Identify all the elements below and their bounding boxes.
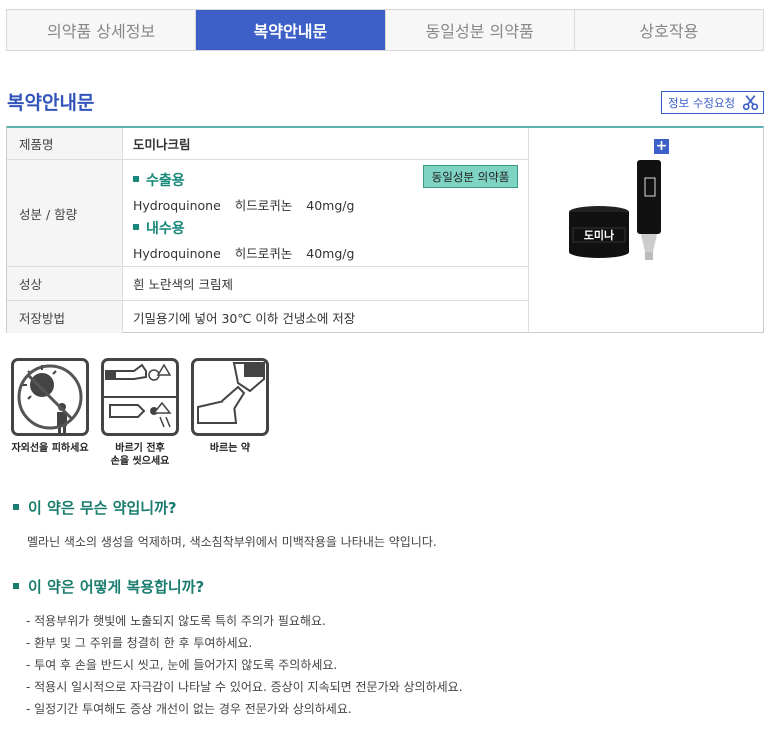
tab-medication-guide[interactable]: 복약안내문: [196, 10, 386, 50]
table-row: 성상 흰 노란색의 크림제: [7, 267, 528, 301]
storage-label: 저장방법: [7, 301, 123, 333]
product-name-value: 도미나크림: [133, 137, 191, 152]
topical-medicine-icon: [191, 358, 269, 436]
table-row: 저장방법 기밀용기에 넣어 30℃ 이하 건냉소에 저장: [7, 301, 528, 333]
product-image[interactable]: 도미나: [559, 156, 669, 266]
svg-text:도미나: 도미나: [584, 228, 614, 242]
edit-request-label: 정보 수정요청: [668, 95, 736, 110]
topical-medicine-label: 바르는 약: [209, 443, 251, 454]
same-ingredient-button[interactable]: 동일성분 의약품: [423, 165, 518, 188]
export-heading: 수출용: [133, 170, 185, 190]
tab-drug-details[interactable]: 의약품 상세정보: [7, 10, 197, 50]
storage-value: 기밀용기에 넣어 30℃ 이하 건냉소에 저장: [133, 310, 356, 326]
edit-request-button[interactable]: 정보 수정요청: [661, 91, 764, 114]
list-item: - 적용시 일시적으로 자극감이 나타날 수 있어요. 증상이 지속되면 전문가…: [26, 680, 463, 694]
tab-same-ingredient[interactable]: 동일성분 의약품: [385, 10, 575, 50]
appearance-value: 흰 노란색의 크림제: [133, 277, 233, 292]
list-item: - 환부 및 그 주위를 청결히 한 후 투여하세요.: [26, 636, 253, 650]
q1-heading: 이 약은 무슨 약입니까?: [13, 497, 177, 518]
tab-bar: 의약품 상세정보 복약안내문 동일성분 의약품 상호작용: [6, 9, 764, 51]
drug-info-table: 제품명 도미나크림 성분 / 함량 수출용 동일성분 의약품 Hydroquin…: [6, 126, 764, 333]
domestic-ingredient: Hydroquinone 히드로퀴논 40mg/g: [133, 246, 355, 261]
export-ingredient: Hydroquinone 히드로퀴논 40mg/g: [133, 198, 355, 213]
page-title: 복약안내문: [7, 92, 95, 114]
list-item: - 적용부위가 햇빛에 노출되지 않도록 특히 주의가 필요해요.: [26, 614, 326, 628]
avoid-sunlight-label: 자외선을 피하세요: [11, 443, 89, 454]
list-item: - 투여 후 손을 반드시 씻고, 눈에 들어가지 않도록 주의하세요.: [26, 658, 338, 672]
ingredient-label: 성분 / 함량: [7, 160, 123, 266]
q2-heading: 이 약은 어떻게 복용합니까?: [13, 576, 204, 597]
q1-answer: 멜라닌 색소의 생성을 억제하며, 색소침착부위에서 미백작용을 나타내는 약입…: [27, 535, 437, 549]
product-name-label: 제품명: [7, 128, 123, 159]
appearance-label: 성상: [7, 267, 123, 300]
wash-hands-label: 바르기 전후 손을 씻으세요: [110, 443, 170, 467]
scissors-icon: [742, 95, 759, 111]
tab-interactions[interactable]: 상호작용: [574, 10, 763, 50]
domestic-heading: 내수용: [133, 218, 185, 238]
avoid-sunlight-icon: [11, 358, 89, 436]
ingredient-cell: 수출용 동일성분 의약품 Hydroquinone 히드로퀴논 40mg/g 내수용…: [123, 160, 528, 266]
product-image-cell: + 도미나: [528, 128, 763, 333]
table-row: 제품명 도미나크림: [7, 128, 528, 160]
enlarge-image-button[interactable]: +: [654, 139, 669, 154]
table-row: 성분 / 함량 수출용 동일성분 의약품 Hydroquinone 히드로퀴논 40…: [7, 160, 528, 267]
wash-hands-icon: [101, 358, 179, 436]
list-item: - 일정기간 투여해도 증상 개선이 없는 경우 전문가와 상의하세요.: [26, 702, 352, 716]
